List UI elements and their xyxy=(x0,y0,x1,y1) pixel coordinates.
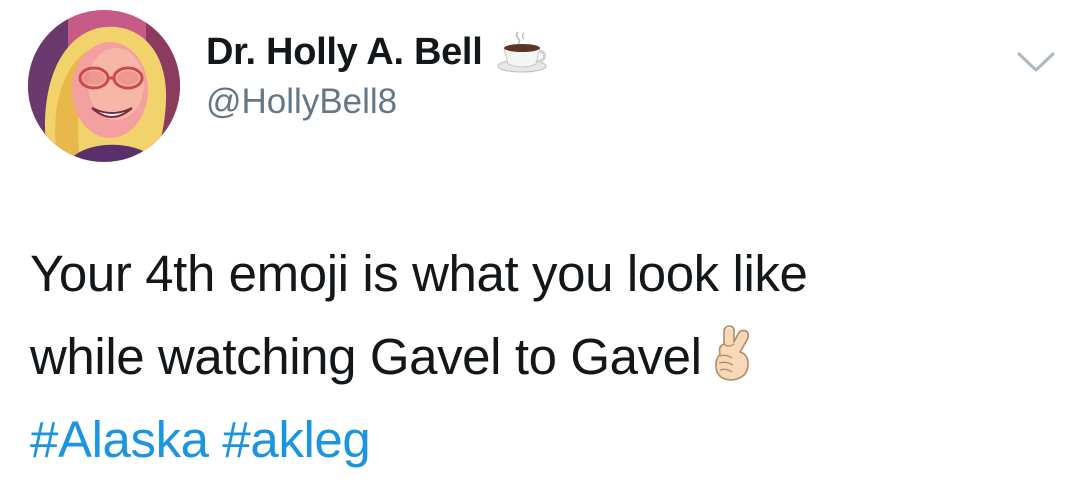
author-name-row[interactable]: Dr. Holly A. Bell xyxy=(206,30,548,74)
coffee-cup-icon xyxy=(496,30,548,74)
chevron-down-icon[interactable] xyxy=(1014,48,1058,76)
crossed-fingers-icon xyxy=(706,323,758,381)
tweet-text-line-2: while watching Gavel to Gavel xyxy=(30,315,1060,398)
avatar[interactable] xyxy=(28,10,180,162)
display-name[interactable]: Dr. Holly A. Bell xyxy=(206,31,483,74)
tweet-text-line-1: Your 4th emoji is what you look like xyxy=(30,245,808,302)
tweet-card: Dr. Holly A. Bell @HollyBell8 Your 4th e… xyxy=(0,0,1069,503)
hashtag-line: #Alaska #akleg xyxy=(30,398,1060,481)
tweet-text-line-2-content: while watching Gavel to Gavel xyxy=(30,328,702,385)
hashtag-alaska[interactable]: #Alaska xyxy=(30,411,209,468)
tweet-text: Your 4th emoji is what you look like whi… xyxy=(30,232,1060,481)
hashtag-akleg[interactable]: #akleg xyxy=(222,411,370,468)
user-handle[interactable]: @HollyBell8 xyxy=(206,82,397,122)
avatar-photo xyxy=(28,10,180,162)
